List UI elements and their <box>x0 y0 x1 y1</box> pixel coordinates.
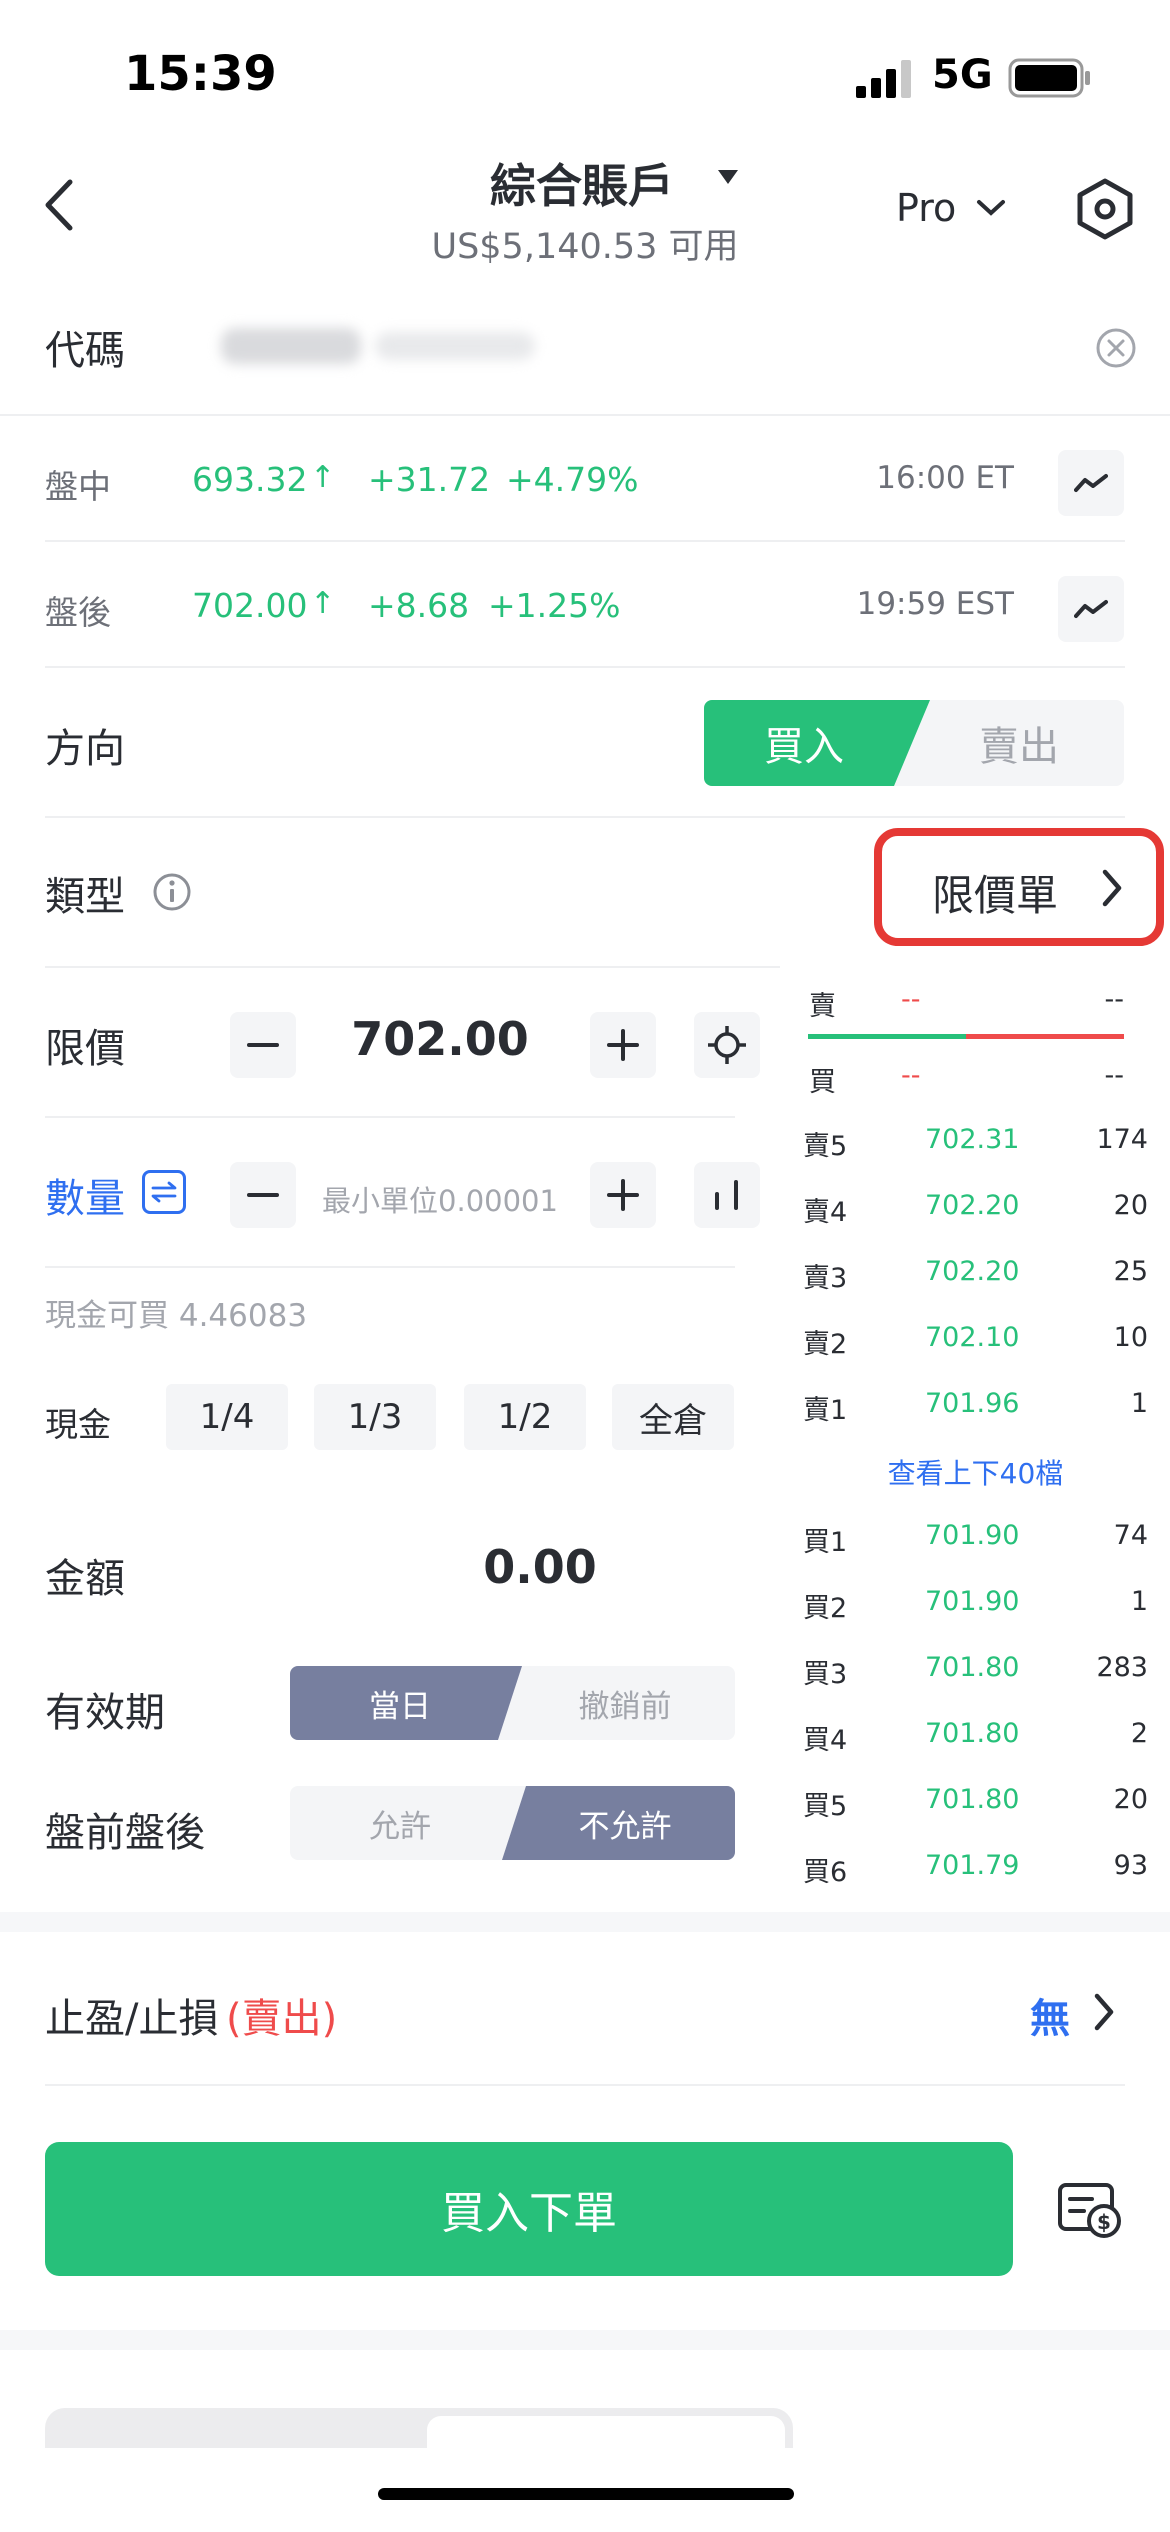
section-separator <box>0 1912 1170 1932</box>
bid-level-label: 買3 <box>803 1659 848 1690</box>
place-buy-order-button[interactable]: 買入下單 <box>45 2142 1013 2276</box>
order-book-sell-header: 賣 -- -- <box>803 976 1148 1026</box>
bid-price: 701.90 <box>925 1520 1020 1551</box>
ask-price: 702.20 <box>925 1256 1020 1287</box>
bid-price: 701.80 <box>925 1718 1020 1749</box>
bid-price: 701.90 <box>925 1586 1020 1617</box>
bid-row: 買4 701.80 2 <box>803 1710 1148 1760</box>
bid-ratio <box>808 1034 966 1039</box>
ask-price: 702.31 <box>925 1124 1020 1155</box>
ask-price: 702.10 <box>925 1322 1020 1353</box>
sell-header-label: 賣 <box>809 991 836 1022</box>
bottom-tab-strip <box>45 2408 793 2448</box>
ask-qty: 25 <box>1113 1256 1148 1287</box>
bid-level-label: 買5 <box>803 1791 848 1822</box>
stop-value: 無 <box>1030 1996 1070 2042</box>
ask-level-label: 賣2 <box>803 1329 848 1360</box>
bid-level-label: 買6 <box>803 1857 848 1888</box>
divider <box>45 2084 1125 2086</box>
home-indicator <box>378 2488 794 2500</box>
bid-qty: 2 <box>1130 1718 1148 1749</box>
bid-row: 買2 701.90 1 <box>803 1578 1148 1628</box>
bid-level-label: 買1 <box>803 1527 848 1558</box>
ask-price: 701.96 <box>925 1388 1020 1419</box>
bid-price: 701.80 <box>925 1784 1020 1815</box>
sell-header-price: -- <box>901 984 921 1015</box>
ask-price: 702.20 <box>925 1190 1020 1221</box>
ask-row: 賣5 702.31 174 <box>803 1116 1148 1166</box>
stop-label: 止盈/止損 <box>45 1996 219 2042</box>
buy-header-qty: -- <box>1104 1060 1125 1091</box>
svg-text:$: $ <box>1097 2210 1111 2234</box>
ask-qty: 20 <box>1113 1190 1148 1221</box>
sell-header-qty: -- <box>1104 984 1125 1015</box>
bid-level-label: 買4 <box>803 1725 848 1756</box>
bid-row: 買1 701.90 74 <box>803 1512 1148 1562</box>
bid-price: 701.79 <box>925 1850 1020 1881</box>
bottom-tab-active[interactable] <box>427 2416 785 2448</box>
order-book-buy-header: 買 -- -- <box>803 1052 1148 1102</box>
order-book: 賣 -- -- 買 -- -- 賣5 702.31 174 賣4 702.20 … <box>0 0 1170 1900</box>
bid-qty: 74 <box>1113 1520 1148 1551</box>
ask-qty: 1 <box>1130 1388 1148 1419</box>
section-separator <box>0 2330 1170 2350</box>
ask-level-label: 賣5 <box>803 1131 848 1162</box>
receipt-dollar-icon: $ <box>1058 2183 1121 2238</box>
bid-level-label: 買2 <box>803 1593 848 1624</box>
ask-qty: 174 <box>1096 1124 1148 1155</box>
ask-qty: 10 <box>1113 1322 1148 1353</box>
bid-row: 買3 701.80 283 <box>803 1644 1148 1694</box>
ask-level-label: 賣3 <box>803 1263 848 1294</box>
chevron-right-icon <box>1094 1993 1114 2031</box>
ask-row: 賣4 702.20 20 <box>803 1182 1148 1232</box>
buy-header-label: 買 <box>809 1067 836 1098</box>
bottom-tab-inactive[interactable] <box>45 2408 425 2448</box>
ask-row: 賣3 702.20 25 <box>803 1248 1148 1298</box>
buy-header-price: -- <box>901 1060 921 1091</box>
bid-row: 買5 701.80 20 <box>803 1776 1148 1826</box>
bid-qty: 1 <box>1130 1586 1148 1617</box>
ask-ratio <box>966 1034 1124 1039</box>
bid-price: 701.80 <box>925 1652 1020 1683</box>
ask-row: 賣2 702.10 10 <box>803 1314 1148 1364</box>
stop-order-row[interactable]: 止盈/止損 (賣出) 無 <box>0 1940 1170 2084</box>
view-more-levels-link[interactable]: 查看上下40檔 <box>803 1452 1148 1492</box>
order-history-button[interactable]: $ <box>1050 2176 1130 2246</box>
bid-qty: 283 <box>1096 1652 1148 1683</box>
ask-row: 賣1 701.96 1 <box>803 1380 1148 1430</box>
bid-ask-ratio-bar <box>808 1034 1124 1039</box>
stop-label-suffix: (賣出) <box>226 1996 338 2042</box>
bid-qty: 93 <box>1113 1850 1148 1881</box>
ask-level-label: 賣4 <box>803 1197 848 1228</box>
bid-row: 買6 701.79 93 <box>803 1842 1148 1892</box>
bid-qty: 20 <box>1113 1784 1148 1815</box>
ask-level-label: 賣1 <box>803 1395 848 1426</box>
